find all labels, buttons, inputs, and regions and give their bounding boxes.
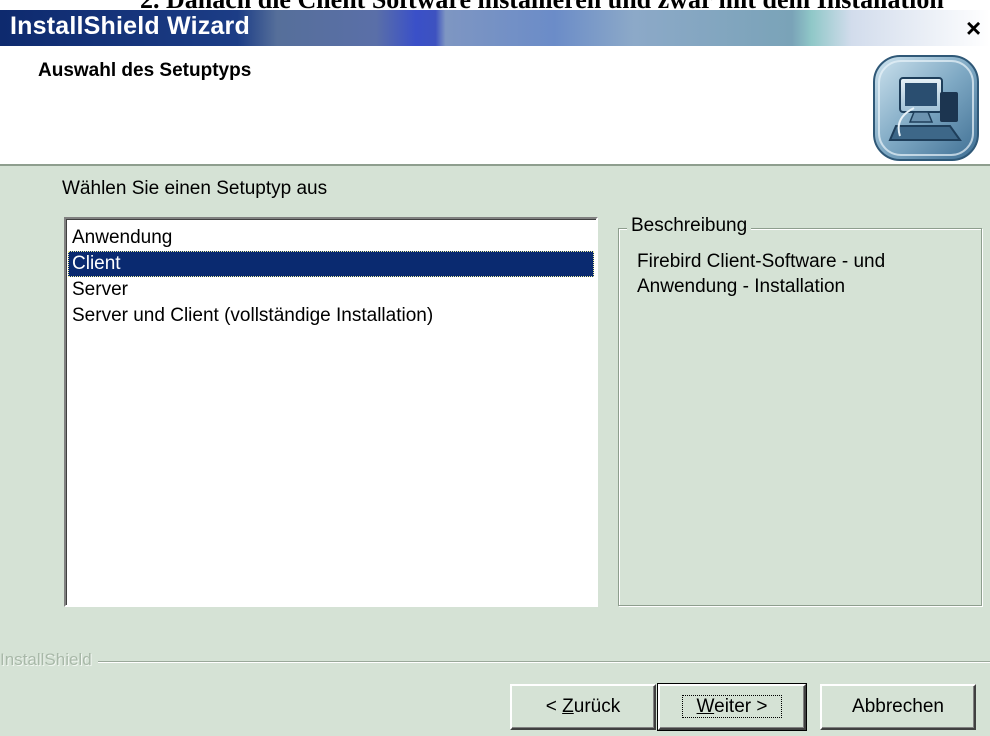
setup-type-prompt: Wählen Sie einen Setuptyp aus	[62, 178, 328, 199]
list-item-server[interactable]: Server	[68, 277, 594, 303]
setup-type-list[interactable]: Anwendung Client Server Server und Clien…	[64, 217, 598, 607]
title-bar[interactable]: InstallShield Wizard ×	[0, 10, 990, 46]
list-item-server-und-client[interactable]: Server und Client (vollständige Installa…	[68, 303, 594, 329]
list-item-anwendung[interactable]: Anwendung	[68, 225, 594, 251]
brand-divider: InstallShield	[0, 650, 990, 672]
back-button-label: urück	[573, 696, 621, 717]
back-button-accel: Z	[562, 696, 574, 717]
close-icon[interactable]: ×	[966, 13, 990, 43]
description-group: Beschreibung Firebird Client-Software - …	[618, 215, 982, 606]
computer-setup-icon	[873, 55, 979, 161]
document-text: 2. Danach die Client Software installier…	[140, 0, 944, 10]
description-text: Firebird Client-Software - und Anwendung…	[637, 251, 886, 297]
window-title: InstallShield Wizard	[10, 12, 250, 40]
next-button[interactable]: Weiter >	[657, 683, 807, 731]
cancel-button[interactable]: Abbrechen	[820, 684, 976, 730]
back-button[interactable]: < Zurück	[510, 684, 656, 730]
list-item-client[interactable]: Client	[68, 251, 594, 277]
next-button-label: eiter >	[714, 696, 768, 717]
divider-line	[0, 661, 990, 663]
back-button-prefix: <	[545, 696, 563, 717]
wizard-header: Auswahl des Setuptyps	[0, 46, 990, 166]
next-button-focus: Weiter >	[681, 695, 783, 718]
installshield-brand-label: InstallShield	[0, 650, 98, 670]
document-text-fragment: 2. Danach die Client Software installier…	[0, 0, 990, 10]
description-legend: Beschreibung	[627, 215, 752, 237]
page-title: Auswahl des Setuptyps	[38, 60, 252, 81]
next-button-accel: W	[696, 696, 715, 717]
